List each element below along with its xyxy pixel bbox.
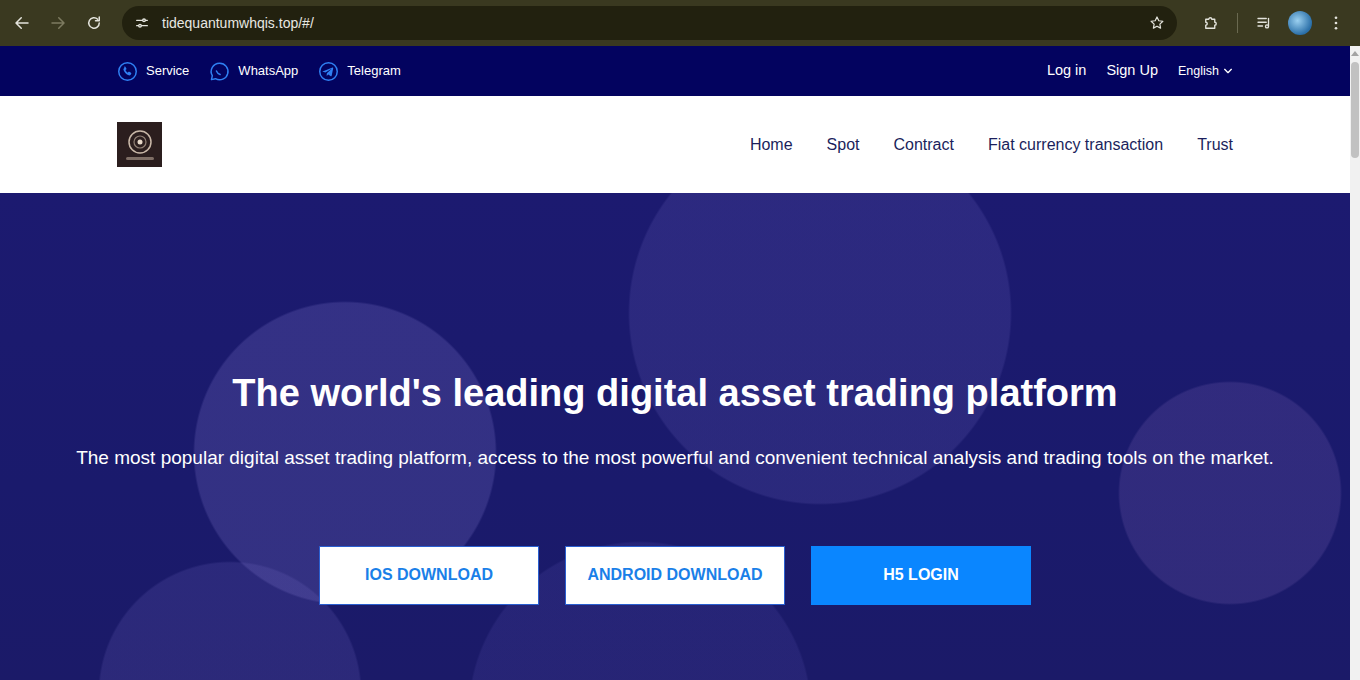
reload-icon[interactable] (78, 7, 110, 39)
quantumtide-logo-icon (117, 122, 162, 167)
extensions-puzzle-icon[interactable] (1195, 7, 1227, 39)
account-links: Log in Sign Up English (1047, 60, 1233, 82)
hero-button[interactable]: H5 LOGIN (811, 546, 1031, 605)
contact-label: WhatsApp (238, 61, 298, 81)
nav-item: Fiat currency transaction (971, 133, 1180, 157)
hero-subtitle: The most popular digital asset trading p… (55, 445, 1295, 470)
nav-item: Home (733, 133, 810, 157)
contact-link[interactable]: Telegram (318, 61, 400, 82)
hero-banner: The world's leading digital asset tradin… (0, 193, 1350, 680)
nav-link[interactable]: Fiat currency transaction (971, 133, 1180, 157)
language-selector[interactable]: English (1178, 62, 1233, 81)
site-info-icon[interactable] (134, 15, 150, 31)
back-arrow-icon[interactable] (6, 7, 38, 39)
hero-button[interactable]: IOS DOWNLOAD (319, 546, 539, 605)
main-navbar-inner: HomeSpotContractFiat currency transactio… (105, 96, 1245, 193)
scroll-up-arrow-icon[interactable] (1351, 51, 1359, 56)
service-icon (117, 61, 138, 82)
hero-button[interactable]: ANDROID DOWNLOAD (565, 546, 785, 605)
page-content: Service WhatsApp Telegram Log in Sign Up Engl… (0, 46, 1350, 680)
media-controls-icon[interactable] (1248, 7, 1280, 39)
contact-link[interactable]: Service (117, 61, 189, 82)
avatar-image (1288, 11, 1312, 35)
brand-logo[interactable] (117, 122, 162, 167)
nav-link[interactable]: Contract (876, 133, 970, 157)
telegram-icon (318, 61, 339, 82)
nav-menu: HomeSpotContractFiat currency transactio… (733, 133, 1250, 157)
main-navbar: HomeSpotContractFiat currency transactio… (0, 96, 1350, 193)
address-bar[interactable]: tidequantumwhqis.top/#/ (122, 6, 1177, 40)
signup-link[interactable]: Sign Up (1106, 60, 1158, 82)
contact-label: Telegram (347, 61, 400, 81)
hero-title: The world's leading digital asset tradin… (0, 371, 1350, 417)
nav-link[interactable]: Home (733, 133, 810, 157)
nav-link[interactable]: Spot (810, 133, 877, 157)
nav-item: Spot (810, 133, 877, 157)
toolbar-separator (1237, 13, 1238, 33)
language-label: English (1178, 62, 1219, 81)
contact-list: Service WhatsApp Telegram (117, 61, 401, 82)
contact-bar: Service WhatsApp Telegram Log in Sign Up Engl… (0, 46, 1350, 96)
browser-toolbar: tidequantumwhqis.top/#/ (0, 0, 1360, 46)
nav-item: Contract (876, 133, 970, 157)
download-buttons: IOS DOWNLOAD ANDROID DOWNLOAD H5 LOGIN (0, 546, 1350, 605)
nav-item: Trust (1180, 133, 1250, 157)
contact-label: Service (146, 61, 189, 81)
contact-bar-inner: Service WhatsApp Telegram Log in Sign Up Engl… (105, 46, 1245, 96)
menu-kebab-icon[interactable] (1320, 7, 1352, 39)
chevron-down-icon (1223, 66, 1233, 76)
whatsapp-icon (209, 61, 230, 82)
bookmark-star-icon[interactable] (1149, 15, 1165, 31)
page-viewport: Service WhatsApp Telegram Log in Sign Up Engl… (0, 46, 1360, 680)
nav-link[interactable]: Trust (1180, 133, 1250, 157)
scroll-thumb[interactable] (1351, 62, 1359, 158)
scrollbar[interactable] (1350, 46, 1360, 680)
contact-link[interactable]: WhatsApp (209, 61, 298, 82)
profile-avatar-icon[interactable] (1284, 7, 1316, 39)
forward-arrow-icon[interactable] (42, 7, 74, 39)
login-link[interactable]: Log in (1047, 60, 1087, 82)
url-text[interactable]: tidequantumwhqis.top/#/ (162, 13, 314, 34)
